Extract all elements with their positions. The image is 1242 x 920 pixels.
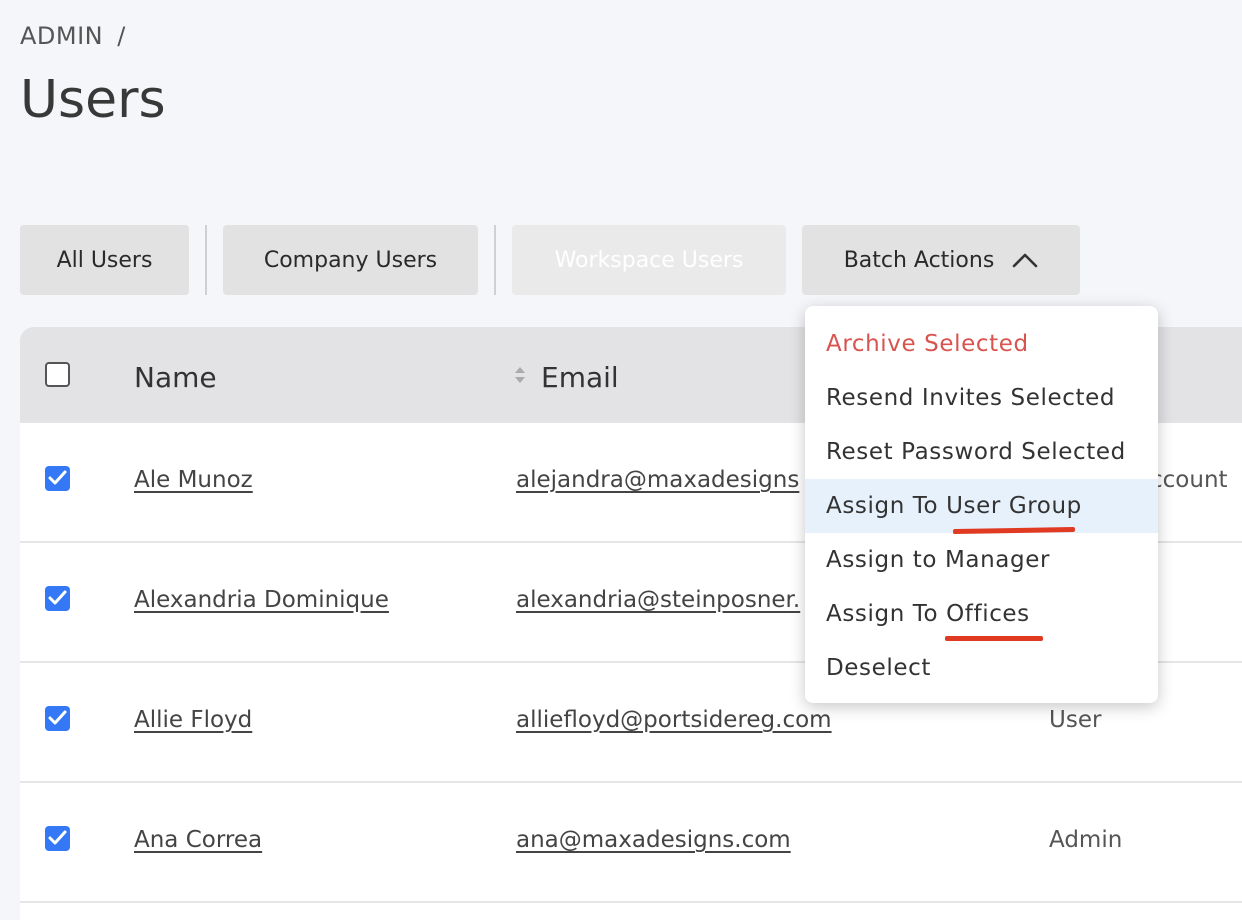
tab-divider [494, 225, 496, 295]
menu-item-assign-manager[interactable]: Assign to Manager [805, 533, 1158, 587]
user-filter-tabs: All Users Company Users Workspace Users … [20, 225, 1080, 295]
menu-item-resend-invites[interactable]: Resend Invites Selected [805, 371, 1158, 425]
chevron-up-icon [1012, 253, 1038, 268]
tab-divider [205, 225, 207, 295]
menu-item-deselect[interactable]: Deselect [805, 641, 1158, 695]
row-checkbox[interactable] [45, 586, 70, 611]
user-role: User [1049, 707, 1102, 733]
check-icon [48, 590, 67, 605]
user-role: ccount [1150, 467, 1228, 493]
user-name-link[interactable]: Ana Correa [134, 827, 262, 853]
batch-actions-label: Batch Actions [843, 247, 995, 273]
menu-item-assign-offices[interactable]: Assign To Offices [805, 587, 1158, 641]
row-checkbox[interactable] [45, 826, 70, 851]
tab-company-users[interactable]: Company Users [223, 225, 478, 295]
user-email-link[interactable]: alliefloyd@portsidereg.com [516, 707, 832, 733]
page-title: Users [20, 70, 166, 130]
user-name-link[interactable]: Ale Munoz [134, 467, 253, 493]
check-icon [48, 470, 67, 485]
menu-item-assign-user-group[interactable]: Assign To User Group [805, 479, 1158, 533]
batch-actions-button[interactable]: Batch Actions [802, 225, 1080, 295]
row-checkbox[interactable] [45, 706, 70, 731]
menu-item-reset-password[interactable]: Reset Password Selected [805, 425, 1158, 479]
tab-all-users[interactable]: All Users [20, 225, 189, 295]
menu-item-archive-selected[interactable]: Archive Selected [805, 317, 1158, 371]
row-checkbox[interactable] [45, 466, 70, 491]
check-icon [48, 710, 67, 725]
breadcrumb-separator: / [117, 22, 126, 50]
user-name-link[interactable]: Alexandria Dominique [134, 587, 389, 613]
user-email-link[interactable]: alexandria@steinposner. [516, 587, 800, 613]
user-role: Admin [1049, 827, 1123, 853]
select-all-checkbox[interactable] [45, 362, 70, 387]
user-name-link[interactable]: Allie Floyd [134, 707, 252, 733]
breadcrumb: ADMIN / [20, 22, 126, 50]
sort-icon[interactable] [514, 365, 526, 385]
column-header-email[interactable]: Email [541, 361, 619, 394]
user-email-link[interactable]: ana@maxadesigns.com [516, 827, 791, 853]
batch-actions-menu: Archive Selected Resend Invites Selected… [805, 306, 1158, 703]
breadcrumb-admin-link[interactable]: ADMIN [20, 22, 103, 50]
annotation-underline [945, 636, 1043, 641]
user-email-link[interactable]: alejandra@maxadesigns [516, 467, 799, 493]
tab-workspace-users[interactable]: Workspace Users [512, 225, 786, 295]
table-row: Ana Correa ana@maxadesigns.com Admin [20, 783, 1242, 903]
check-icon [48, 830, 67, 845]
column-header-name[interactable]: Name [134, 361, 217, 394]
